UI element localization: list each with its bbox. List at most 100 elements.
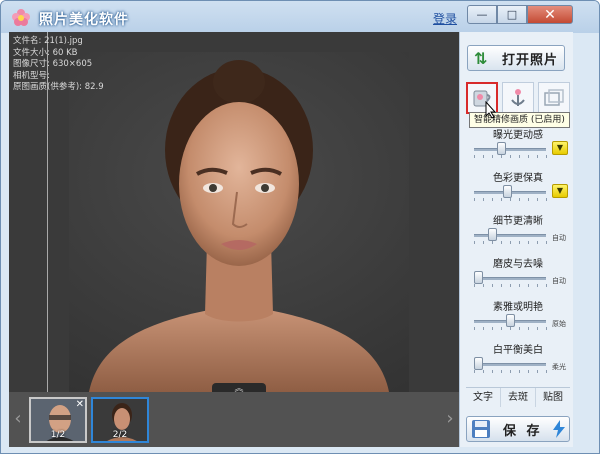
info-original-quality: 原图画质(供参考): 82.9 (13, 82, 104, 93)
slider-track[interactable] (474, 277, 546, 280)
thumbnail-2[interactable]: 2/2 (91, 397, 149, 443)
slider-label: 色彩更保真 (493, 173, 543, 184)
slider-tick (492, 198, 493, 201)
slider-track[interactable] (474, 148, 546, 151)
slider-tick (528, 327, 529, 330)
slider-mode-label[interactable]: 原始 (552, 319, 566, 329)
slider-tick (483, 241, 484, 244)
slider-handle[interactable] (473, 271, 483, 284)
slider-tick (492, 327, 493, 330)
slider-label: 曝光更动感 (493, 130, 543, 141)
slider-tick (510, 327, 511, 330)
slider-tick (501, 241, 502, 244)
mode-dropdown-button[interactable]: ▼ (552, 141, 568, 155)
floppy-disk-icon (472, 420, 490, 438)
slider-tick (528, 370, 529, 373)
slider-tick (537, 241, 538, 244)
slider-handle[interactable] (497, 142, 507, 155)
slider-tick (528, 241, 529, 244)
slider-tick (501, 327, 502, 330)
tool-row (466, 82, 570, 116)
filmstrip-right-arrow[interactable]: › (443, 406, 457, 432)
slider-tick (510, 198, 511, 201)
slider-tick (546, 198, 547, 201)
slider-tick (510, 155, 511, 158)
frame-tool[interactable] (538, 82, 570, 114)
slider-track[interactable] (474, 234, 546, 237)
save-button[interactable]: 保 存 (466, 416, 570, 442)
thumbnail-2-label: 2/2 (112, 430, 128, 440)
slider-label: 白平衡美白 (493, 345, 543, 356)
slider-handle[interactable] (503, 185, 513, 198)
slider-tick (519, 198, 520, 201)
slider-tick (501, 155, 502, 158)
slider-label: 素雅或明艳 (493, 302, 543, 313)
info-file-size: 文件大小: 60 KB (13, 47, 78, 58)
slider-tick (537, 327, 538, 330)
flower-logo-icon (12, 9, 30, 26)
open-photo-label: 打开照片 (502, 52, 559, 68)
maximize-button[interactable]: □ (497, 5, 527, 24)
slider-tick (483, 327, 484, 330)
tab-text[interactable]: 文字 (466, 388, 501, 407)
portrait-tool[interactable] (502, 82, 534, 114)
slider-tick (483, 198, 484, 201)
slider-tick (546, 327, 547, 330)
slider-tick (501, 284, 502, 287)
mouse-cursor-icon (485, 101, 497, 119)
slider-tick (492, 155, 493, 158)
slider-tick (483, 284, 484, 287)
feature-tabs: 文字 去斑 贴图 (466, 387, 570, 407)
filmstrip-left-arrow[interactable]: ‹ (11, 406, 25, 432)
slider-tick (501, 370, 502, 373)
slider-tick (546, 155, 547, 158)
window-title: 照片美化软件 (39, 12, 129, 28)
minimize-button[interactable]: — (467, 5, 497, 24)
photo-info: 文件名: 21(1).jpg 文件大小: 60 KB 图像尺寸: 630×605… (13, 36, 104, 94)
refresh-arrows-icon: ⇅ (474, 48, 488, 68)
thumbnail-1-label: 1/2 (50, 430, 66, 440)
slider-tick (474, 284, 475, 287)
slider-tick (519, 370, 520, 373)
info-file-name: 文件名: 21(1).jpg (13, 36, 83, 46)
slider-tick (510, 370, 511, 373)
mode-dropdown-button[interactable]: ▼ (552, 184, 568, 198)
slider-mode-label[interactable]: 自动 (552, 276, 566, 286)
frames-icon (544, 89, 564, 106)
info-camera-model: 相机型号: (13, 70, 50, 81)
app-window: 照片美化软件 登录 — □ ✕ 文件名: 21(1).jpg 文件大小: 60 … (0, 0, 600, 454)
slider-handle[interactable] (506, 314, 515, 327)
slider-tick (474, 370, 475, 373)
slider-tick (474, 241, 475, 244)
slider-tick (537, 198, 538, 201)
open-photo-button[interactable]: ⇅ 打开照片 (467, 45, 565, 71)
slider-tick (528, 198, 529, 201)
close-button[interactable]: ✕ (527, 5, 573, 24)
slider-mode-label[interactable]: 自动 (552, 233, 566, 243)
slider-label: 细节更清晰 (493, 216, 543, 227)
slider-tick (537, 284, 538, 287)
thumbnail-1-close-icon[interactable]: ✕ (76, 399, 84, 410)
thumbnail-1[interactable]: ✕ 1/2 (29, 397, 87, 443)
slider-label: 磨皮与去噪 (493, 259, 543, 270)
slider-tick (483, 370, 484, 373)
slider-tick (546, 370, 547, 373)
slider-track[interactable] (474, 363, 546, 366)
slider-handle[interactable] (488, 228, 497, 241)
login-link[interactable]: 登录 (433, 10, 457, 27)
slider-tick (519, 284, 520, 287)
slider-tick (474, 155, 475, 158)
slider-tick (519, 327, 520, 330)
lightning-icon[interactable] (552, 420, 566, 438)
slider-mode-label[interactable]: 柔光 (552, 362, 566, 372)
tab-spot-removal[interactable]: 去斑 (501, 388, 536, 407)
slider-tick (546, 284, 547, 287)
slider-tick (510, 284, 511, 287)
tab-stickers[interactable]: 贴图 (536, 388, 570, 407)
slider-tick (501, 198, 502, 201)
anchor-icon (511, 89, 525, 106)
photo-canvas[interactable]: 文件名: 21(1).jpg 文件大小: 60 KB 图像尺寸: 630×605… (9, 32, 459, 392)
slider-tick (492, 284, 493, 287)
slider-handle[interactable] (473, 357, 483, 370)
expand-filmstrip-button[interactable]: ︽ (212, 383, 266, 392)
